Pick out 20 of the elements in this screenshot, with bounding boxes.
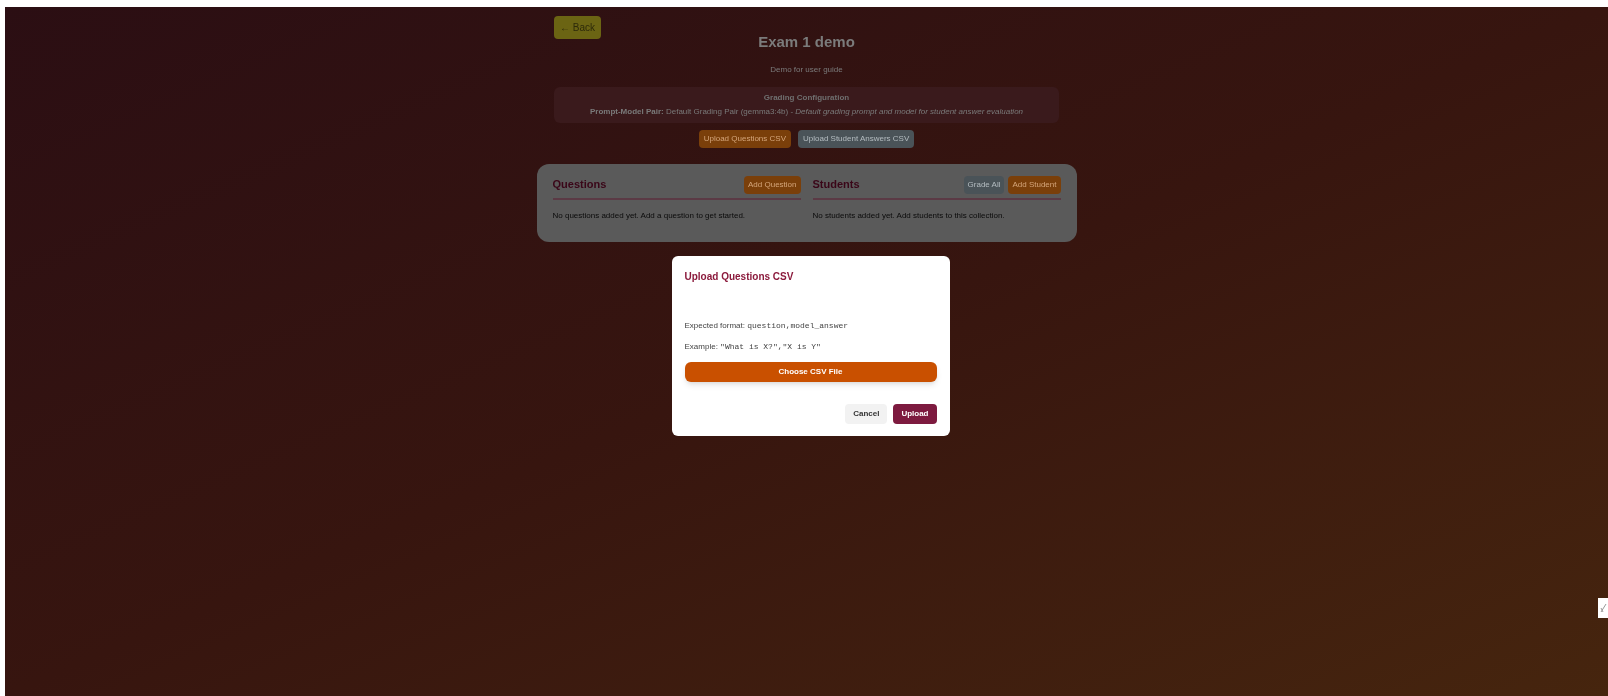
page-title: Exam 1 demo bbox=[758, 32, 855, 52]
cancel-button[interactable]: Cancel bbox=[845, 403, 888, 424]
page-subtitle: Demo for user guide bbox=[770, 63, 843, 76]
panel-heading: Questions bbox=[552, 177, 607, 193]
back-button[interactable]: ← Back bbox=[554, 16, 601, 39]
grading-config-text: Prompt-Model Pair: Default Grading Pair (gemma3:4b) - Default grading prompt and model for student answer evaluation bbox=[589, 105, 1024, 118]
panel-button[interactable]: Add Student bbox=[1008, 175, 1061, 194]
upload-button[interactable]: Upload bbox=[893, 403, 937, 424]
panel-button[interactable]: Add Question bbox=[744, 175, 801, 194]
grading-config-heading: Grading Configuration bbox=[763, 91, 850, 104]
dialog-title: Upload Questions CSV bbox=[684, 269, 795, 284]
empty-text: No questions added yet. Add a question to get started. bbox=[552, 209, 747, 222]
upload-button[interactable]: Upload Student Answers CSV bbox=[798, 129, 915, 148]
format-text: Expected format: question,model_answer bbox=[684, 319, 850, 332]
choose-file-button[interactable]: Choose CSV File bbox=[684, 361, 937, 382]
example-text: Example: "What is X?","X is Y" bbox=[684, 340, 822, 353]
upload-button[interactable]: Upload Questions CSV bbox=[698, 129, 791, 148]
panel-heading: Students bbox=[812, 177, 860, 193]
panel-button[interactable]: Grade All bbox=[963, 175, 1005, 194]
empty-text: No students added yet. Add students to this collection. bbox=[812, 209, 1006, 222]
